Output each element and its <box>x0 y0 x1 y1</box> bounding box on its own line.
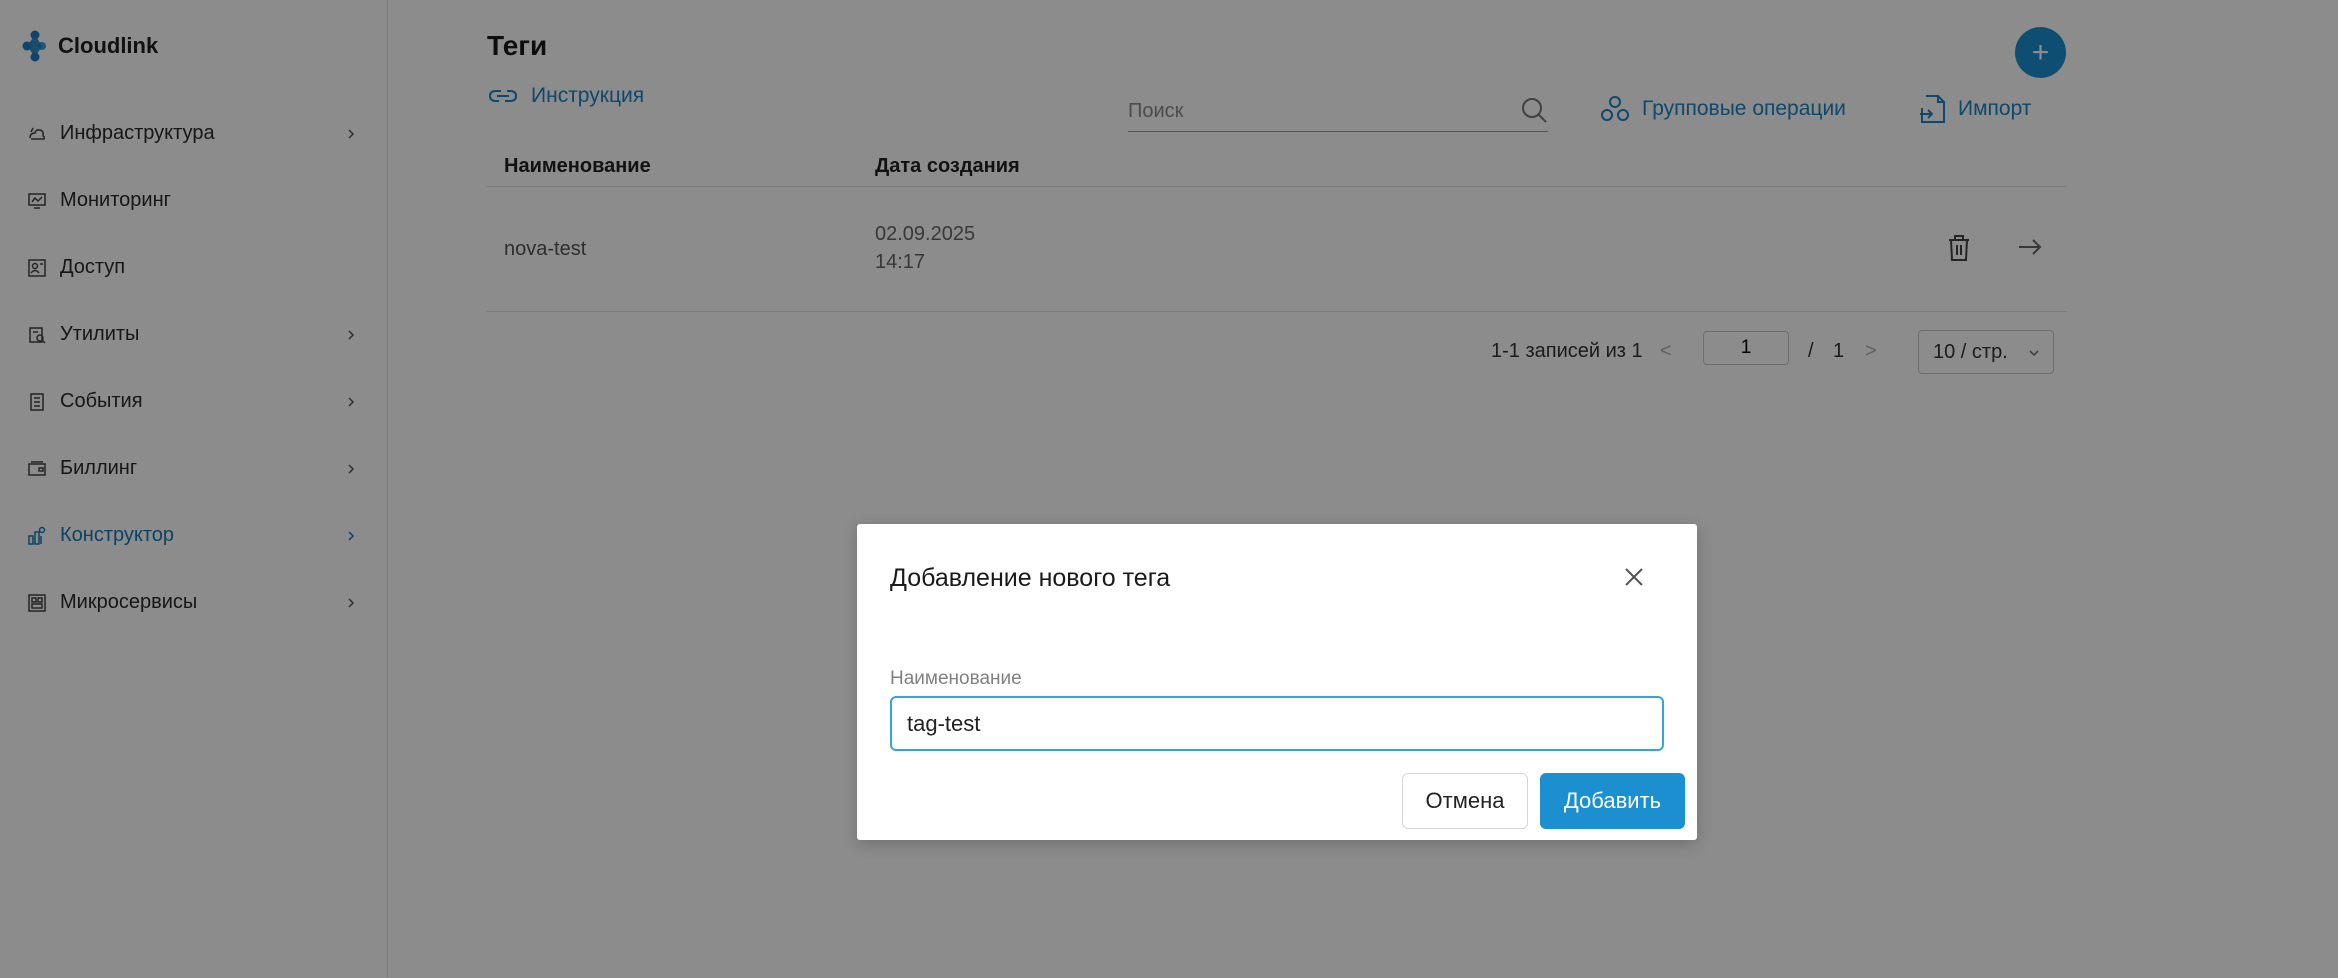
name-field-label: Наименование <box>890 668 1022 689</box>
add-button[interactable]: Добавить <box>1540 773 1685 829</box>
cancel-button[interactable]: Отмена <box>1402 773 1528 829</box>
add-tag-dialog: Добавление нового тега Наименование Отме… <box>857 524 1697 840</box>
close-button[interactable] <box>1619 562 1649 592</box>
close-icon <box>1625 568 1643 586</box>
dialog-title: Добавление нового тега <box>890 564 1171 592</box>
tag-name-input[interactable] <box>890 696 1664 751</box>
